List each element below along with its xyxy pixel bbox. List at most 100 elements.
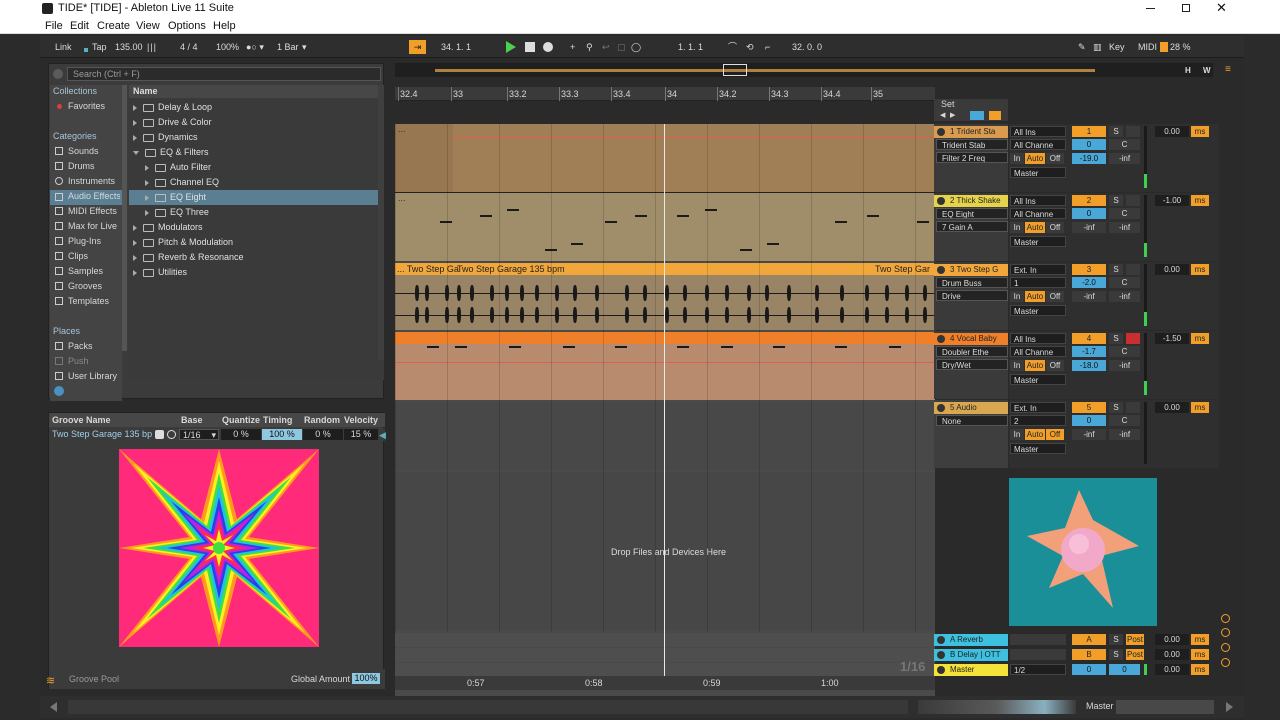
metronome-icon[interactable]: ●○ ▾ [246, 40, 264, 54]
sidebar-item-sounds[interactable]: Sounds [68, 146, 99, 156]
monitor-in-button[interactable]: In [1010, 222, 1024, 233]
crossfade-button[interactable]: C [1109, 277, 1140, 288]
sidebar-item-packs[interactable]: Packs [68, 341, 93, 351]
tree-item[interactable]: Reverb & Resonance [129, 250, 384, 265]
crossfade-button[interactable]: C [1109, 346, 1140, 357]
sidebar-item-audio-effects[interactable]: Audio Effects [68, 191, 120, 201]
session-view-toggle-icon[interactable]: ≡ [1225, 65, 1235, 75]
mixer-toggle-icon[interactable] [1221, 658, 1230, 667]
track-fold-icon[interactable] [937, 128, 945, 136]
groove-save-icon[interactable] [155, 430, 164, 439]
monitor-auto-button[interactable]: Auto [1025, 360, 1045, 371]
sidebar-item-drums[interactable]: Drums [68, 161, 95, 171]
crossfade-button[interactable]: C [1109, 139, 1140, 150]
close-icon[interactable]: ✕ [1216, 1, 1227, 15]
return-fold-icon[interactable] [937, 651, 945, 659]
midi-note[interactable] [917, 221, 929, 223]
tree-item[interactable]: Modulators [129, 220, 384, 235]
track-name-1[interactable]: 1 Trident Sta [934, 126, 1008, 138]
midi-note[interactable] [740, 249, 752, 251]
peak-value[interactable]: -inf [1109, 153, 1140, 164]
midi-note[interactable] [507, 209, 519, 211]
arrangement-overview[interactable] [395, 63, 1213, 77]
collapsed-triangle-icon[interactable] [145, 209, 149, 216]
monitor-in-button[interactable]: In [1010, 291, 1024, 302]
tree-item[interactable]: Drive & Color [129, 115, 384, 130]
automation-arm-icon[interactable]: ⚲ [586, 40, 593, 54]
pan-value[interactable]: 0 [1072, 139, 1106, 150]
sidebar-item-midi-effects[interactable]: MIDI Effects [68, 206, 120, 216]
collapsed-triangle-icon[interactable] [133, 119, 137, 126]
sidebar-item-clips[interactable]: Clips [68, 251, 88, 261]
arm-button[interactable] [1126, 402, 1140, 413]
right-scroll-column[interactable] [1221, 82, 1229, 602]
monitor-off-button[interactable]: Off [1046, 291, 1064, 302]
collapsed-triangle-icon[interactable] [133, 134, 137, 141]
volume-value[interactable]: -18.0 [1072, 360, 1106, 371]
pan-value[interactable]: -1.7 [1072, 346, 1106, 357]
collapsed-triangle-icon[interactable] [145, 179, 149, 186]
track-3-lane[interactable]: ... Two Step Ga Two Step Garage 135 bpm … [395, 263, 935, 330]
sidebar-item-user-library[interactable]: User Library [68, 371, 117, 381]
input-type-select[interactable]: All Ins [1010, 126, 1066, 137]
sidebar-item-favorites[interactable]: Favorites [68, 101, 105, 111]
sidebar-item-max-for-live[interactable]: Max for Live [68, 221, 117, 231]
groove-commit-icon[interactable] [167, 430, 176, 439]
tree-item[interactable]: Pitch & Modulation [129, 235, 384, 250]
peak-value[interactable]: -inf [1109, 291, 1140, 302]
track-2-lane[interactable]: ... [395, 193, 935, 261]
delay-unit-ms[interactable]: ms [1191, 195, 1209, 206]
set-next-icon[interactable]: ▶ [950, 111, 955, 119]
audio-output-select[interactable]: Master [1010, 236, 1066, 247]
return-delay-unit-ms[interactable]: ms [1191, 649, 1209, 660]
midi-note[interactable] [835, 346, 847, 348]
tap-button[interactable]: Tap [92, 40, 107, 54]
arrangement-position[interactable]: 34. 1. 1 [441, 40, 471, 54]
master-delay-unit-ms[interactable]: ms [1191, 664, 1209, 675]
return-activator[interactable]: B [1072, 649, 1106, 660]
monitor-off-button[interactable]: Off [1046, 360, 1064, 371]
device-chooser[interactable]: 7 Gain A [936, 221, 1008, 232]
midi-note[interactable] [571, 243, 583, 245]
menu-edit[interactable]: Edit [70, 20, 89, 32]
maximize-icon[interactable] [1182, 4, 1190, 12]
track-4-clip-body[interactable] [395, 344, 935, 400]
browser-scrollbar[interactable] [378, 85, 384, 360]
link-button[interactable]: Link [55, 40, 72, 54]
device-chooser[interactable]: Filter 2 Freq [936, 152, 1008, 163]
track-number-activator[interactable]: 2 [1072, 195, 1106, 206]
play-icon[interactable] [506, 41, 516, 53]
master-lane[interactable] [395, 663, 935, 677]
device-chain-overview[interactable] [1116, 700, 1214, 714]
track-number-activator[interactable]: 4 [1072, 333, 1106, 344]
solo-button[interactable]: S [1109, 264, 1123, 275]
pan-value[interactable]: 0 [1072, 208, 1106, 219]
return-post-button[interactable]: Post [1126, 634, 1144, 645]
overview-w-button[interactable]: W [1203, 66, 1211, 75]
device-chooser[interactable]: EQ Eight [936, 208, 1008, 219]
volume-value[interactable]: -inf [1072, 429, 1106, 440]
tree-item[interactable]: EQ Eight [129, 190, 384, 205]
collapsed-triangle-icon[interactable] [133, 104, 137, 111]
input-type-select[interactable]: All Ins [1010, 333, 1066, 344]
monitor-in-button[interactable]: In [1010, 153, 1024, 164]
groove-random-value[interactable]: 0 % [303, 429, 343, 440]
input-channel-select[interactable]: All Channe [1010, 208, 1066, 219]
volume-value[interactable]: -inf [1072, 222, 1106, 233]
delay-unit-ms[interactable]: ms [1191, 402, 1209, 413]
device-chooser[interactable]: Doubler Ethe [936, 346, 1008, 357]
monitor-off-button[interactable]: Off [1046, 222, 1064, 233]
overview-viewport[interactable] [723, 64, 747, 76]
loop-length-field[interactable]: 32. 0. 0 [792, 40, 822, 54]
browser-toggle-icon[interactable] [53, 69, 63, 79]
midi-note[interactable] [563, 346, 575, 348]
return-b-lane[interactable] [395, 648, 935, 662]
punch-out-icon[interactable]: ⌐ [765, 40, 770, 54]
device-chooser[interactable]: Drive [936, 290, 1008, 301]
midi-note[interactable] [889, 346, 901, 348]
time-ruler[interactable]: 0:57 0:58 0:59 1:00 [395, 676, 935, 690]
automation-arm-toggle[interactable] [970, 111, 984, 120]
device-chooser[interactable]: Drum Buss [936, 277, 1008, 288]
session-record-icon[interactable]: ◯ [631, 40, 641, 54]
midi-note[interactable] [480, 215, 492, 217]
